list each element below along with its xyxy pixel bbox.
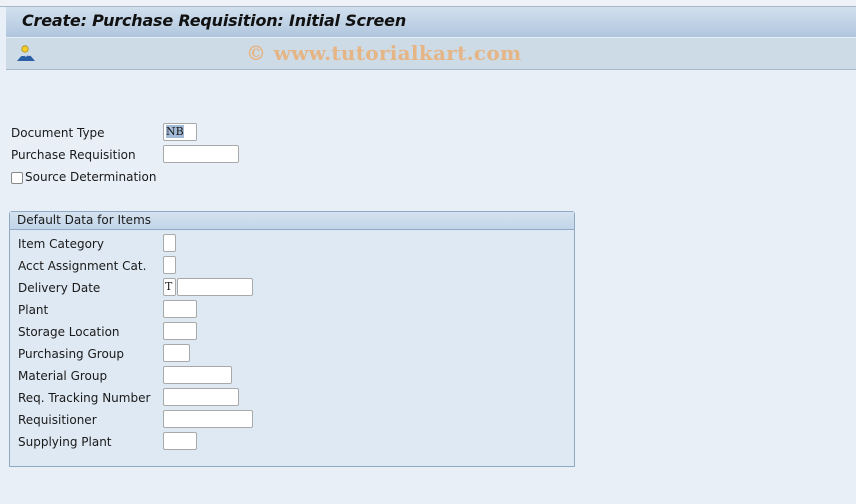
window-top-strip — [0, 0, 856, 7]
acct-assignment-cat-input[interactable] — [163, 256, 176, 274]
page-title: Create: Purchase Requisition: Initial Sc… — [22, 11, 407, 30]
document-type-label: Document Type — [11, 126, 105, 140]
requisitioner-label: Requisitioner — [18, 413, 97, 427]
application-toolbar: © www.tutorialkart.com — [6, 38, 856, 70]
plant-label: Plant — [18, 303, 49, 317]
source-determination-label: Source Determination — [25, 170, 157, 184]
personal-settings-icon[interactable] — [16, 43, 38, 63]
default-data-group-title: Default Data for Items — [17, 213, 152, 227]
supplying-plant-label: Supplying Plant — [18, 435, 112, 449]
material-group-input[interactable] — [163, 366, 232, 384]
delivery-date-input[interactable] — [177, 278, 253, 296]
requisitioner-input[interactable] — [163, 410, 253, 428]
watermark-text: © www.tutorialkart.com — [246, 41, 522, 65]
default-data-group: Default Data for Items Item Category Acc… — [9, 211, 575, 467]
purchasing-group-label: Purchasing Group — [18, 347, 125, 361]
material-group-label: Material Group — [18, 369, 108, 383]
purchasing-group-input[interactable] — [163, 344, 190, 362]
document-type-input[interactable]: NB — [163, 123, 197, 141]
req-tracking-number-input[interactable] — [163, 388, 239, 406]
item-category-label: Item Category — [18, 237, 104, 251]
acct-assignment-cat-label: Acct Assignment Cat. — [18, 259, 147, 273]
req-tracking-number-label: Req. Tracking Number — [18, 391, 151, 405]
purchase-requisition-label: Purchase Requisition — [11, 148, 136, 162]
plant-input[interactable] — [163, 300, 197, 318]
delivery-date-label: Delivery Date — [18, 281, 101, 295]
title-bar: Create: Purchase Requisition: Initial Sc… — [6, 7, 856, 38]
purchase-requisition-input[interactable] — [163, 145, 239, 163]
storage-location-label: Storage Location — [18, 325, 120, 339]
main-content: Document Type NB Purchase Requisition So… — [6, 70, 856, 504]
default-data-group-header: Default Data for Items — [10, 212, 574, 230]
delivery-date-format-input[interactable]: T — [163, 278, 176, 296]
item-category-input[interactable] — [163, 234, 176, 252]
storage-location-input[interactable] — [163, 322, 197, 340]
supplying-plant-input[interactable] — [163, 432, 197, 450]
document-type-value: NB — [166, 125, 184, 138]
source-determination-checkbox[interactable] — [11, 172, 23, 184]
